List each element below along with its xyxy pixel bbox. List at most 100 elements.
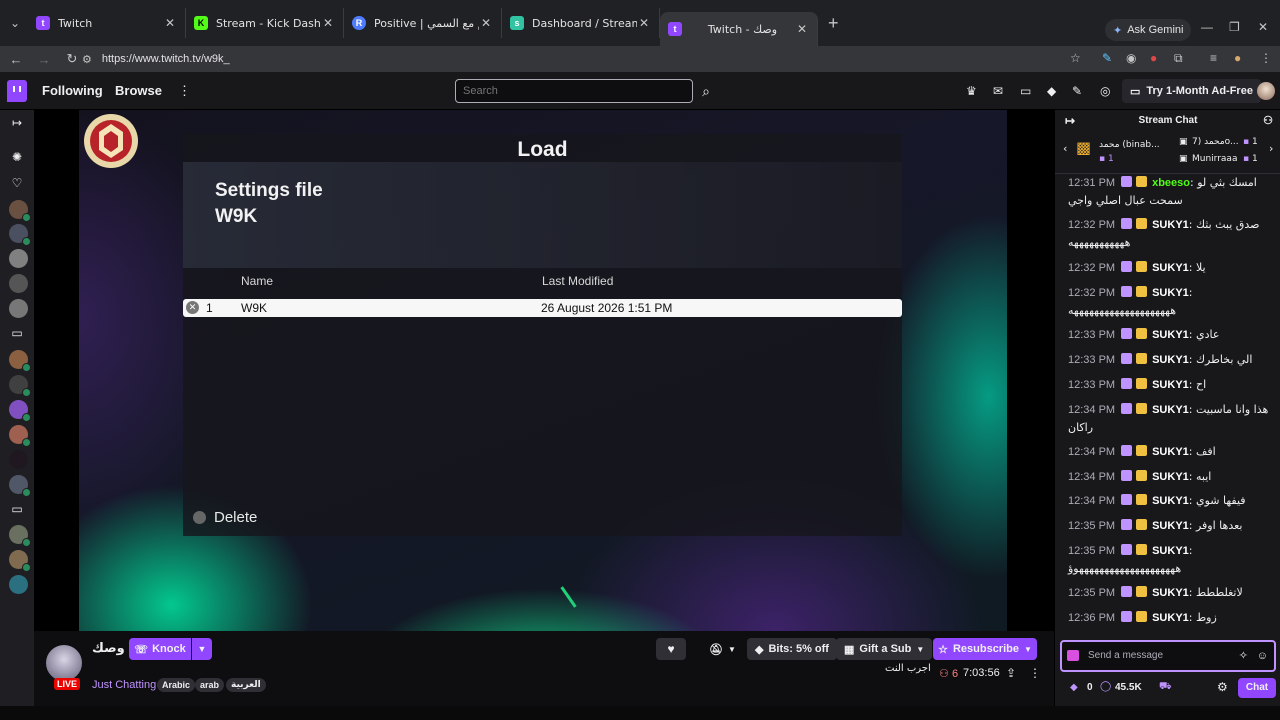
category-link[interactable]: Just Chatting <box>92 679 156 691</box>
hype-train-icon[interactable]: ⛟ <box>1159 681 1172 694</box>
chat-username[interactable]: SUKY1 <box>1152 262 1189 274</box>
chat-username[interactable]: xbeeso <box>1152 177 1190 189</box>
chat-username[interactable]: SUKY1 <box>1152 379 1189 391</box>
followed-channel-avatar[interactable] <box>9 525 31 547</box>
bits-icon[interactable]: ◆ <box>1070 682 1078 693</box>
followed-channel-avatar[interactable] <box>9 350 31 372</box>
community-icon[interactable]: ⚇ <box>1263 110 1273 132</box>
followed-channel-avatar[interactable] <box>9 299 28 318</box>
chat-username[interactable]: SUKY1 <box>1152 545 1189 557</box>
browser-tab-active[interactable]: t Twitch - وصك ✕ <box>660 12 818 46</box>
close-tab-icon[interactable]: ✕ <box>637 16 651 30</box>
forward-icon[interactable]: → <box>32 52 56 67</box>
extension-icon[interactable]: ✎ <box>1102 51 1112 65</box>
nav-following[interactable]: Following <box>42 83 103 98</box>
streamer-name[interactable]: وصك <box>92 641 125 656</box>
chat-username[interactable]: SUKY1 <box>1152 587 1189 599</box>
chat-username[interactable]: SUKY1 <box>1152 446 1189 458</box>
next-chevron-icon[interactable]: › <box>1269 142 1273 155</box>
bookmark-star-icon[interactable]: ☆ <box>1070 51 1081 65</box>
chat-settings-emoji-icon[interactable]: ☺ <box>1257 642 1268 670</box>
tag-chip[interactable]: Arabic <box>157 678 196 692</box>
prev-chevron-icon[interactable]: ‹ <box>1063 142 1067 155</box>
followed-channel-avatar[interactable] <box>9 575 28 594</box>
recommended-icon[interactable]: ✺ <box>9 150 25 164</box>
search-icon[interactable]: ⌕ <box>695 79 717 103</box>
chat-username[interactable]: SUKY1 <box>1152 354 1189 366</box>
chat-username[interactable]: SUKY1 <box>1152 404 1189 416</box>
tag-chip[interactable]: arab <box>195 678 225 692</box>
chat-send-button[interactable]: Chat <box>1238 678 1276 698</box>
extension-icon[interactable]: ● <box>1150 51 1157 65</box>
close-window-icon[interactable]: ✕ <box>1258 20 1268 34</box>
channel-points-icon[interactable]: ◯ <box>1100 681 1111 692</box>
gifter-name[interactable]: محمد (binab... <box>1099 140 1160 150</box>
crown-icon[interactable]: ♛ <box>966 84 977 98</box>
extensions-puzzle-icon[interactable]: ⧉ <box>1174 51 1183 66</box>
bits-icon[interactable]: ◆ <box>1047 84 1056 98</box>
close-tab-icon[interactable]: ✕ <box>795 22 809 36</box>
browser-tab[interactable]: s Dashboard / Streamlabs ✕ <box>502 8 660 38</box>
streamer-avatar[interactable] <box>44 643 84 683</box>
gift-sub-button[interactable]: ▦ Gift a Sub ▼ <box>836 638 933 660</box>
followed-channel-avatar[interactable] <box>9 224 31 246</box>
followed-channel-avatar[interactable] <box>9 475 31 497</box>
minimize-icon[interactable]: — <box>1201 20 1213 34</box>
followed-channel-avatar[interactable] <box>9 450 28 469</box>
ad-free-button[interactable]: ▭ Try 1-Month Ad-Free <box>1122 79 1261 103</box>
extension-icon[interactable]: ◉ <box>1126 51 1136 65</box>
close-tab-icon[interactable]: ✕ <box>479 16 493 30</box>
followed-channel-avatar[interactable] <box>9 400 31 422</box>
reading-list-icon[interactable]: ≡ <box>1210 51 1217 65</box>
chat-username[interactable]: SUKY1 <box>1152 471 1189 483</box>
chat-settings-gear-icon[interactable]: ⚙ <box>1217 680 1228 694</box>
bits-button[interactable]: ◆ Bits: 5% off <box>747 638 837 660</box>
ask-gemini-button[interactable]: ✦ Ask Gemini <box>1105 19 1192 41</box>
address-bar[interactable]: ⚙ https://www.twitch.tv/w9k_ <box>82 46 1082 72</box>
resubscribe-button[interactable]: ☆ Resubscribe ▼ <box>933 638 1037 660</box>
inbox-icon[interactable]: ✉ <box>993 84 1003 98</box>
knock-dropdown-chevron-icon[interactable]: ▼ <box>192 638 212 660</box>
share-icon[interactable]: ⇪ <box>1006 666 1016 680</box>
back-icon[interactable]: ← <box>4 52 28 67</box>
restore-icon[interactable]: ❐ <box>1229 20 1240 34</box>
chat-message-input[interactable]: Send a message ✧ ☺ <box>1060 640 1276 672</box>
close-tab-icon[interactable]: ✕ <box>321 16 335 30</box>
gifter-name[interactable]: محمد (7o... <box>1192 137 1239 147</box>
chat-username[interactable]: SUKY1 <box>1152 219 1189 231</box>
followed-channel-avatar[interactable] <box>9 550 31 572</box>
profile-avatar-icon[interactable]: ● <box>1234 51 1241 65</box>
video-player[interactable]: Load Settings file W9K Name Last Modifie… <box>34 110 1054 631</box>
notifications-toggle[interactable]: 🔕︎ ▼ <box>701 638 744 660</box>
reload-icon[interactable]: ↻ <box>60 51 84 67</box>
browser-menu-icon[interactable]: ⋮ <box>1260 51 1272 65</box>
browser-tab[interactable]: t Twitch ✕ <box>28 8 186 38</box>
expand-rail-icon[interactable]: ↦ <box>9 116 25 130</box>
browser-tab[interactable]: K Stream - Kick Dashboard ✕ <box>186 8 344 38</box>
extension-icon[interactable]: ✎ <box>1072 84 1082 98</box>
gifter-name[interactable]: Munirraaa <box>1192 154 1237 164</box>
emote-picker-icon[interactable]: ✧ <box>1239 642 1248 670</box>
tag-chip[interactable]: العربية <box>226 678 266 692</box>
prime-icon[interactable]: ◎ <box>1100 84 1110 98</box>
user-avatar[interactable] <box>1257 82 1275 100</box>
tab-search-icon[interactable]: ⌄ <box>2 10 28 36</box>
knock-button[interactable]: ☏ Knock <box>129 638 191 660</box>
chat-username[interactable]: SUKY1 <box>1152 520 1189 532</box>
followed-channel-avatar[interactable] <box>9 425 31 447</box>
browser-tab[interactable]: R Positive | النبي تختيم مع السمي ✕ <box>344 8 502 38</box>
twitch-logo-icon[interactable] <box>7 79 27 102</box>
chat-message-list[interactable]: 12:31 PM xbeeso: امسك بثي لو سمحت عبال ا… <box>1055 174 1280 634</box>
close-tab-icon[interactable]: ✕ <box>163 16 177 30</box>
search-input[interactable] <box>455 79 693 103</box>
more-menu-icon[interactable]: ⋮ <box>178 83 191 99</box>
chat-username[interactable]: SUKY1 <box>1152 612 1189 624</box>
chat-username[interactable]: SUKY1 <box>1152 287 1189 299</box>
nav-browse[interactable]: Browse <box>115 83 162 98</box>
followed-channel-avatar[interactable] <box>9 200 31 222</box>
follow-heart-button[interactable]: ♥ <box>656 638 686 660</box>
followed-channel-avatar[interactable] <box>9 249 28 268</box>
new-tab-button[interactable]: + <box>828 13 839 34</box>
chat-username[interactable]: SUKY1 <box>1152 329 1189 341</box>
collapse-chat-icon[interactable]: ↦ <box>1065 110 1075 132</box>
